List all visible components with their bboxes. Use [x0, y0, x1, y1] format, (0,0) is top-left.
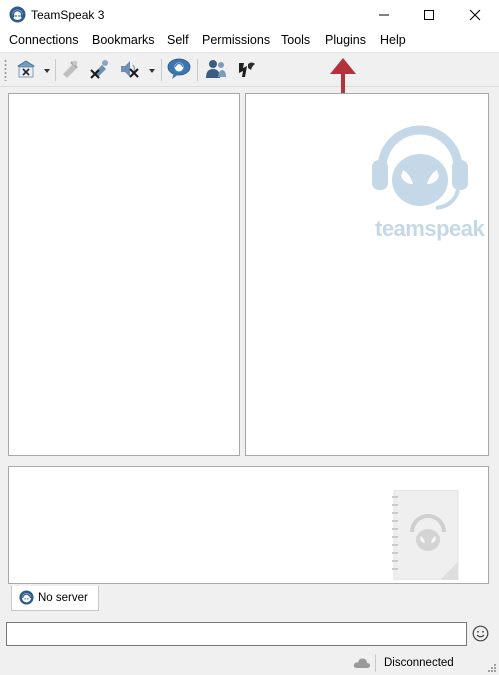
chevron-down-icon[interactable] [149, 69, 155, 73]
menu-tools[interactable]: Tools [281, 33, 310, 47]
menu-bar: Connections Bookmarks Self Permissions T… [0, 30, 499, 52]
mute-speaker-icon [121, 61, 139, 78]
menu-permissions[interactable]: Permissions [202, 33, 270, 47]
close-icon [469, 9, 481, 21]
connection-status: Disconnected [384, 657, 454, 669]
chat-button[interactable] [166, 56, 192, 82]
channel-tree-panel[interactable] [8, 93, 240, 456]
watermark-text: teamspeak [375, 216, 485, 241]
tab-server[interactable]: No server [11, 586, 99, 611]
away-button[interactable] [58, 56, 82, 82]
cloud-icon [353, 658, 371, 668]
status-separator [375, 654, 376, 672]
toolbar-separator [197, 59, 198, 81]
toolbar-separator [55, 59, 56, 81]
away-icon [63, 60, 78, 78]
chat-input[interactable] [6, 622, 467, 646]
mute-speaker-button[interactable] [118, 56, 158, 82]
chat-icon [167, 58, 191, 79]
chevron-down-icon[interactable] [44, 69, 50, 73]
title-bar: TeamSpeak 3 [0, 0, 499, 30]
mute-mic-icon [90, 60, 108, 79]
mute-mic-button[interactable] [88, 56, 112, 82]
window-title: TeamSpeak 3 [31, 8, 105, 22]
maximize-button[interactable] [406, 0, 452, 30]
notebook-icon [392, 490, 459, 580]
smiley-icon[interactable] [472, 625, 489, 642]
menu-plugins[interactable]: Plugins [325, 33, 366, 47]
whisper-icon [239, 62, 255, 77]
teamspeak-app-icon [9, 6, 26, 23]
menu-connections[interactable]: Connections [9, 33, 79, 47]
maximize-icon [424, 10, 434, 20]
disconnect-icon [17, 60, 35, 78]
close-button[interactable] [452, 0, 498, 30]
contacts-icon [206, 60, 226, 78]
resize-grip-icon[interactable] [486, 662, 497, 673]
contacts-button[interactable] [204, 56, 228, 82]
minimize-button[interactable] [361, 0, 407, 30]
whisper-button[interactable] [235, 56, 259, 82]
teamspeak-tab-icon [19, 590, 34, 605]
toolbar [0, 52, 499, 87]
toolbar-separator [161, 59, 162, 81]
toolbar-grip[interactable] [4, 59, 7, 81]
menu-help[interactable]: Help [380, 33, 406, 47]
menu-self[interactable]: Self [167, 33, 189, 47]
minimize-icon [379, 14, 389, 16]
disconnect-button[interactable] [14, 56, 52, 82]
menu-bookmarks[interactable]: Bookmarks [92, 33, 155, 47]
tab-label: No server [38, 592, 88, 604]
